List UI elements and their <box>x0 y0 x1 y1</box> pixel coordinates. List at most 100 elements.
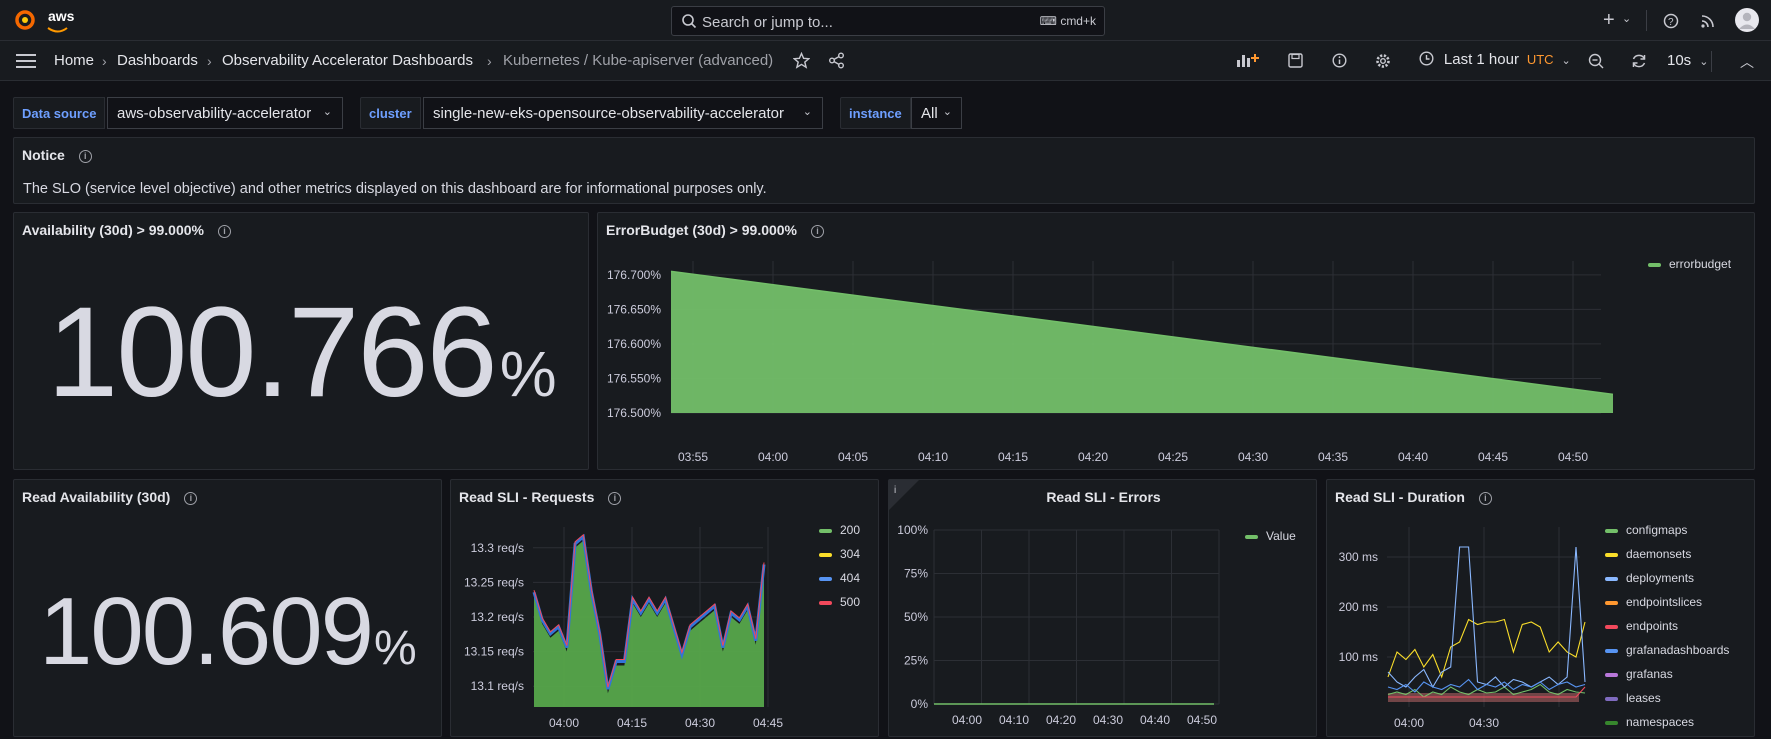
divider <box>1646 10 1647 31</box>
chevron-down-icon[interactable]: ⌄ <box>1622 12 1631 25</box>
search-input[interactable]: Search or jump to... ⌨ cmd+k <box>671 6 1105 36</box>
time-picker[interactable]: Last 1 hour UTC ⌄ <box>1419 51 1571 71</box>
news-feed-icon[interactable] <box>1700 13 1716 32</box>
help-icon[interactable]: ? <box>1663 13 1679 32</box>
requests-legend-swatch <box>819 601 832 605</box>
duration-legend-swatch <box>1605 577 1618 581</box>
breadcrumb-separator-icon: › <box>487 53 492 69</box>
errorbudget-x-tick-label: 04:25 <box>1158 450 1188 464</box>
variable-label-instance: instance <box>840 97 911 129</box>
errors-y-tick-label: 25% <box>904 654 928 668</box>
info-icon[interactable]: i <box>184 492 198 505</box>
requests-y-tick-label: 13.25 req/s <box>464 575 524 589</box>
clock-icon <box>1419 51 1434 69</box>
dashboard-info-icon[interactable] <box>1332 53 1347 71</box>
errors-x-tick-label: 04:50 <box>1187 713 1217 727</box>
errorbudget-x-tick-label: 04:30 <box>1238 450 1268 464</box>
save-icon[interactable] <box>1288 53 1303 71</box>
errorbudget-legend-label: errorbudget <box>1669 257 1732 271</box>
info-icon[interactable]: i <box>217 225 231 238</box>
errorbudget-x-tick-label: 04:45 <box>1478 450 1508 464</box>
top-bar: aws Search or jump to... ⌨ cmd+k + ⌄ ? <box>0 0 1771 41</box>
duration-legend-label: daemonsets <box>1626 547 1691 561</box>
requests-legend-swatch <box>819 529 832 533</box>
duration-y-tick-label: 100 ms <box>1339 650 1378 664</box>
requests-x-tick-label: 04:45 <box>753 716 783 730</box>
read-errors-panel: i Read SLI - Errors 100% 75% 50% 25% 0% 04:00… <box>888 479 1317 737</box>
errors-x-tick-label: 04:10 <box>999 713 1029 727</box>
errorbudget-x-tick-label: 04:15 <box>998 450 1028 464</box>
read-availability-title-text: Read Availability (30d) <box>22 489 171 505</box>
duration-legend-swatch <box>1605 601 1618 605</box>
read-requests-chart[interactable]: 13.3 req/s 13.25 req/s 13.2 req/s 13.15 req… <box>451 480 880 738</box>
duration-legend-label: configmaps <box>1626 523 1687 537</box>
errorbudget-chart[interactable]: 176.700% 176.650% 176.600% 176.550% 176.500%… <box>598 213 1756 471</box>
collapse-chevron-up-icon[interactable]: ︿ <box>1740 52 1754 72</box>
duration-x-tick-label: 04:30 <box>1469 716 1499 730</box>
errors-y-tick-label: 0% <box>911 697 929 711</box>
errorbudget-x-tick-label: 04:10 <box>918 450 948 464</box>
datasource-select[interactable]: aws-observability-accelerator ⌄ <box>107 97 343 129</box>
requests-x-tick-label: 04:15 <box>617 716 647 730</box>
errorbudget-x-tick-label: 04:40 <box>1398 450 1428 464</box>
add-panel-icon[interactable] <box>1236 52 1260 71</box>
errors-legend-swatch <box>1245 535 1258 539</box>
errors-x-tick-label: 04:30 <box>1093 713 1123 727</box>
refresh-interval-label: 10s <box>1667 52 1692 69</box>
read-requests-panel: Read SLI - Requests i 13.3 req/s 13.25 req… <box>450 479 879 737</box>
read-errors-chart[interactable]: 100% 75% 50% 25% 0% 04:00 04:10 04:20 04:30 04:40… <box>889 480 1318 738</box>
availability-unit: % <box>499 338 557 410</box>
read-duration-chart[interactable]: 300 ms 200 ms 100 ms 04:00 04:30 configmaps da… <box>1327 480 1756 738</box>
refresh-interval-picker[interactable]: 10s ⌄ <box>1667 52 1708 69</box>
instance-select[interactable]: All ⌄ <box>911 97 962 129</box>
breadcrumb-home[interactable]: Home <box>54 52 94 69</box>
duration-legend-swatch <box>1605 649 1618 653</box>
duration-y-tick-label: 300 ms <box>1339 550 1378 564</box>
errorbudget-y-tick-label: 176.500% <box>607 406 661 420</box>
user-avatar[interactable] <box>1735 8 1759 35</box>
requests-y-tick-label: 13.2 req/s <box>471 610 524 624</box>
menu-icon[interactable] <box>16 53 36 72</box>
read-availability-title: Read Availability (30d) i <box>22 489 198 505</box>
breadcrumb-folder[interactable]: Observability Accelerator Dashboards <box>222 52 473 69</box>
refresh-icon[interactable] <box>1631 53 1647 72</box>
duration-legend-label: deployments <box>1626 571 1694 585</box>
search-icon <box>681 13 697 32</box>
requests-y-tick-label: 13.15 req/s <box>464 645 524 659</box>
share-icon[interactable] <box>828 52 845 72</box>
cluster-select[interactable]: single-new-eks-opensource-observability-… <box>423 97 823 129</box>
availability-title: Availability (30d) > 99.000% i <box>22 222 231 238</box>
notice-text: The SLO (service level objective) and ot… <box>23 181 767 197</box>
errorbudget-x-tick-label: 04:35 <box>1318 450 1348 464</box>
duration-y-tick-label: 200 ms <box>1339 600 1378 614</box>
keyboard-icon: ⌨ <box>1039 14 1057 28</box>
errors-y-tick-label: 75% <box>904 567 928 581</box>
settings-gear-icon[interactable] <box>1375 53 1391 72</box>
duration-legend-swatch <box>1605 721 1618 725</box>
errorbudget-y-tick-label: 176.600% <box>607 337 661 351</box>
requests-legend-label: 200 <box>840 523 860 537</box>
zoom-out-icon[interactable] <box>1588 53 1604 72</box>
grafana-logo-icon[interactable] <box>14 9 36 34</box>
duration-line-grafanadashboards <box>1387 678 1586 693</box>
errors-y-tick-label: 100% <box>897 523 928 537</box>
add-icon[interactable]: + <box>1603 9 1615 32</box>
errorbudget-x-tick-label: 04:20 <box>1078 450 1108 464</box>
variable-label-cluster: cluster <box>360 97 421 129</box>
read-duration-panel: Read SLI - Duration i 300 ms 200 ms 100 ms 0… <box>1326 479 1755 737</box>
read-availability-unit: % <box>374 622 417 675</box>
requests-legend-swatch <box>819 553 832 557</box>
duration-legend-swatch <box>1605 529 1618 533</box>
breadcrumb-current: Kubernetes / Kube-apiserver (advanced) <box>503 52 774 69</box>
chevron-down-icon: ⌄ <box>1699 56 1709 68</box>
notice-title: Notice i <box>22 147 92 163</box>
chevron-down-icon: ⌄ <box>802 106 812 118</box>
star-icon[interactable] <box>792 51 811 72</box>
duration-legend-swatch <box>1605 673 1618 677</box>
info-icon[interactable]: i <box>78 150 92 163</box>
breadcrumb-dashboards[interactable]: Dashboards <box>117 52 198 69</box>
errorbudget-y-tick-label: 176.700% <box>607 268 661 282</box>
notice-title-text: Notice <box>22 147 65 163</box>
divider <box>1711 51 1712 72</box>
requests-legend-label: 500 <box>840 595 860 609</box>
